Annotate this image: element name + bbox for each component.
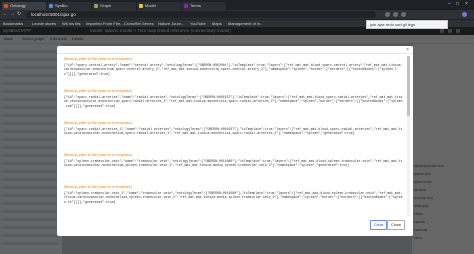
bookmark-item[interactable]: Leonie stores	[32, 21, 56, 26]
tab-label: Model	[145, 3, 156, 8]
log-entry-title: Missing path to file (saw in a template)	[64, 184, 133, 189]
tab-label: Ontology	[10, 3, 27, 8]
browser-tab[interactable]: Terms	[182, 2, 226, 10]
search-suggestion-text: join ajax redo sort gll legs	[370, 22, 416, 27]
browser-tab[interactable]: Ontology	[2, 2, 46, 10]
browser-tab[interactable]: Model	[137, 2, 181, 10]
tab-favicon-icon	[94, 4, 98, 8]
modal-scrollbar[interactable]	[407, 56, 410, 216]
log-entry-body: {"id":"sparc-central-artery","name":"cen…	[64, 63, 403, 76]
close-window-icon[interactable]: ×	[465, 1, 468, 7]
tab-favicon-icon	[139, 4, 143, 8]
minimize-icon[interactable]: –	[448, 1, 451, 7]
log-entry: Missing path to file (saw in a template)…	[64, 88, 404, 117]
tab-favicon-icon	[184, 4, 188, 8]
log-entry-title: Missing path to file (saw in a template)	[64, 152, 133, 157]
tab-label: SysBio	[55, 3, 68, 8]
log-entry-body: {"id":"sparc-radial-arteries","name":"ra…	[64, 95, 403, 108]
log-entry-title: Missing path to file (saw in a template)	[64, 88, 133, 93]
log-entry: Missing path to file (saw in a template)…	[64, 184, 404, 213]
url-field[interactable]: localhost:5001/ajax.go	[26, 11, 376, 18]
bookmark-item[interactable]: Maps	[212, 21, 222, 26]
url-text: localhost:5001/ajax.go	[31, 12, 76, 17]
clear-button[interactable]: Clear	[370, 220, 387, 230]
forward-icon[interactable]: →	[10, 11, 15, 17]
bookmark-item[interactable]: Nature Journ...	[158, 21, 184, 26]
bookmark-item[interactable]: Wil ms bts	[62, 21, 80, 26]
log-entry-body: {"id":"spleen-trabecular-vein","name":"t…	[64, 159, 403, 168]
scrollbar-thumb[interactable]	[407, 56, 410, 116]
tab-favicon-icon	[49, 4, 53, 8]
extension-icon[interactable]	[385, 12, 390, 17]
log-entry: Missing path to file (saw in a template)…	[64, 56, 404, 85]
close-button[interactable]: Close	[387, 220, 405, 230]
log-entry-body: {"id":"sparc-radial-arteries_1","name":"…	[64, 127, 403, 136]
close-icon[interactable]: ×	[406, 47, 409, 53]
browser-tab[interactable]: SysBio	[47, 2, 91, 10]
bookmark-item[interactable]: Management of in...	[228, 21, 263, 26]
back-icon[interactable]: ←	[3, 11, 8, 17]
bookmark-item[interactable]: Bookmarks	[3, 21, 23, 26]
bookmark-item[interactable]: CrossRef Genes	[124, 21, 154, 26]
log-entry-title: Missing path to file (saw in a template)	[64, 56, 133, 61]
reload-icon[interactable]: ↻	[17, 11, 21, 17]
bookmark-item[interactable]: YouTube	[190, 21, 206, 26]
extension-icon[interactable]	[393, 12, 398, 17]
search-suggestion-popup[interactable]: join ajax redo sort gll legs	[366, 20, 448, 29]
bookmark-item[interactable]: Imported From Fire...	[86, 21, 124, 26]
log-entry-body: {"id":"spleen-trabecular-vein_1","name":…	[64, 191, 403, 204]
maximize-icon[interactable]: □	[456, 1, 459, 7]
profile-avatar[interactable]	[462, 12, 467, 17]
tab-label: Terms	[190, 3, 201, 8]
log-entry-title: Missing path to file (saw in a template)	[64, 120, 133, 125]
browser-tab-bar: Ontology SysBio Graph Model Terms – □ ×	[0, 0, 474, 10]
tab-label: Graph	[100, 3, 112, 8]
log-entry: Missing path to file (saw in a template)…	[64, 120, 404, 149]
log-entry: Missing path to file (saw in a template)…	[64, 152, 404, 181]
tab-favicon-icon	[4, 4, 8, 8]
log-modal: × Missing path to file (saw in a templat…	[57, 46, 413, 236]
address-bar: ← → ↻ localhost:5001/ajax.go	[0, 10, 474, 19]
modal-header: ×	[57, 46, 413, 54]
extension-icon[interactable]	[401, 12, 406, 17]
browser-tab[interactable]: Graph	[92, 2, 136, 10]
